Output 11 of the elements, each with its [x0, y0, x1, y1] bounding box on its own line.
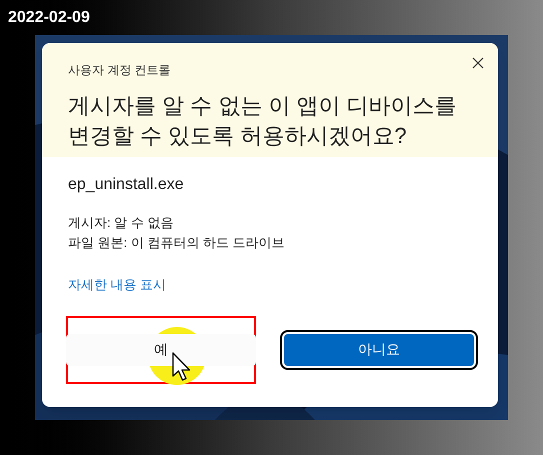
dialog-title: 사용자 계정 컨트롤 [68, 62, 172, 79]
show-details-link[interactable]: 자세한 내용 표시 [68, 275, 166, 294]
yes-button[interactable]: 예 [66, 334, 256, 366]
program-name: ep_uninstall.exe [68, 175, 185, 195]
detail-text: 파일 원본: 이 컴퓨터의 하드 드라이브 [68, 234, 286, 252]
close-icon[interactable] [470, 55, 486, 71]
detail-text: 게시자: 알 수 없음 [68, 214, 174, 232]
no-button[interactable]: 아니요 [284, 334, 474, 366]
question-text: 게시자를 알 수 없는 이 앱이 디바이스를 변경할 수 있도록 허용하시겠어요? [68, 92, 458, 150]
mouse-pointer-icon [172, 352, 192, 382]
date-label: 2022-02-09 [8, 8, 90, 28]
